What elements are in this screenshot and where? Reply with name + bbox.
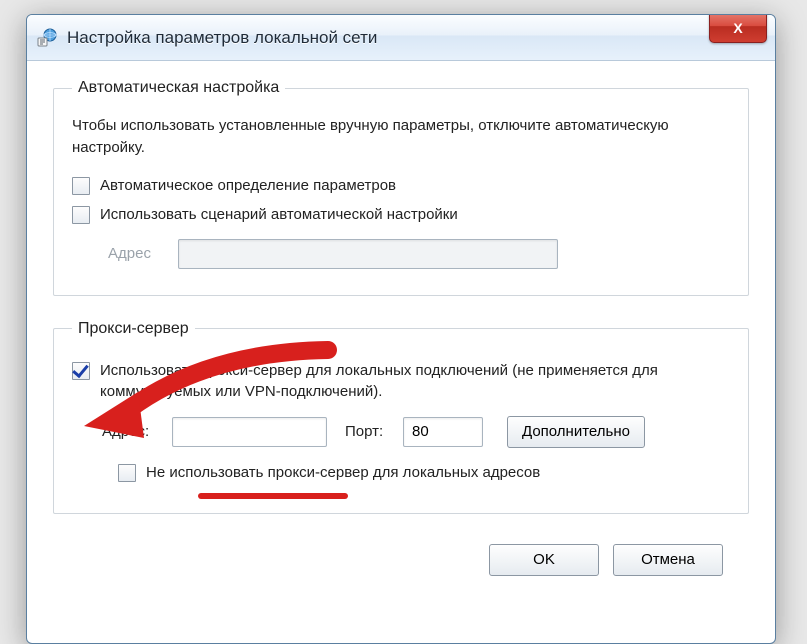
input-proxy-address[interactable] (172, 417, 327, 447)
group-auto-config: Автоматическая настройка Чтобы использов… (53, 79, 749, 296)
group-proxy: Прокси-сервер Использовать прокси-сервер… (53, 320, 749, 514)
window-title: Настройка параметров локальной сети (67, 28, 377, 48)
input-script-address (178, 239, 558, 269)
row-script-address: Адрес (108, 239, 730, 269)
label-bypass-local: Не использовать прокси-сервер для локаль… (146, 462, 540, 483)
row-auto-detect: Автоматическое определение параметров (72, 175, 730, 196)
label-use-script: Использовать сценарий автоматической нас… (100, 204, 458, 225)
checkbox-auto-detect[interactable] (72, 177, 90, 195)
row-use-script: Использовать сценарий автоматической нас… (72, 204, 730, 225)
label-script-address: Адрес (108, 245, 168, 262)
cancel-button[interactable]: Отмена (613, 544, 723, 576)
dialog-button-bar: OK Отмена (53, 538, 749, 576)
dialog-body: Автоматическая настройка Чтобы использов… (27, 61, 775, 586)
lan-settings-dialog: Настройка параметров локальной сети X Ав… (26, 14, 776, 644)
checkbox-bypass-local[interactable] (118, 464, 136, 482)
ok-button[interactable]: OK (489, 544, 599, 576)
checkbox-use-proxy[interactable] (72, 362, 90, 380)
advanced-button[interactable]: Дополнительно (507, 416, 645, 448)
row-use-proxy: Использовать прокси-сервер для локальных… (72, 360, 730, 402)
row-proxy-address: Адрес: Порт: Дополнительно (102, 416, 730, 448)
network-settings-icon (37, 28, 57, 48)
label-proxy-port: Порт: (345, 423, 393, 440)
checkbox-use-script[interactable] (72, 206, 90, 224)
input-proxy-port[interactable] (403, 417, 483, 447)
row-bypass-local: Не использовать прокси-сервер для локаль… (118, 462, 730, 483)
group-auto-legend: Автоматическая настройка (72, 79, 285, 97)
label-auto-detect: Автоматическое определение параметров (100, 175, 396, 196)
close-icon: X (733, 20, 742, 36)
titlebar: Настройка параметров локальной сети X (27, 15, 775, 61)
label-use-proxy: Использовать прокси-сервер для локальных… (100, 360, 680, 402)
group-proxy-legend: Прокси-сервер (72, 320, 195, 338)
auto-description: Чтобы использовать установленные вручную… (72, 115, 730, 159)
label-proxy-address: Адрес: (102, 423, 162, 440)
close-button[interactable]: X (709, 14, 767, 43)
